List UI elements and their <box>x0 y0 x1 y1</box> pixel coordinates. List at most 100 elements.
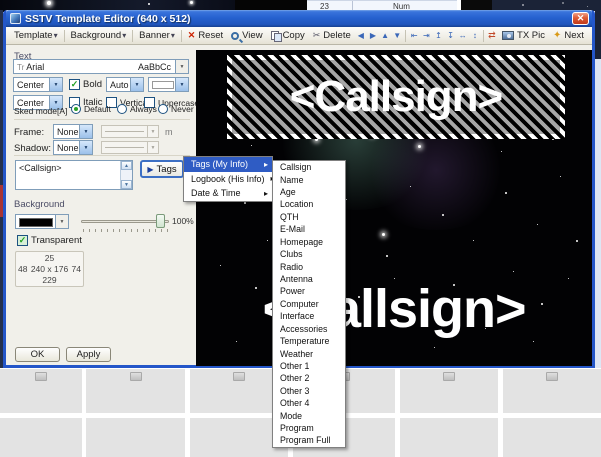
move-right-icon[interactable]: ▶ <box>367 31 379 40</box>
menu-item[interactable]: Tags (My Info) <box>184 157 272 172</box>
chevron-down-icon[interactable] <box>49 78 62 91</box>
radio-icon <box>158 104 168 114</box>
align-left-icon[interactable]: ⇤ <box>408 31 420 40</box>
submenu-item[interactable]: Antenna <box>273 273 345 285</box>
submenu-item[interactable]: Power <box>273 285 345 297</box>
halign-combo[interactable]: Center <box>13 77 63 92</box>
template-cell[interactable] <box>0 369 82 413</box>
radio-always[interactable]: Always <box>117 104 157 114</box>
text-color-combo[interactable] <box>148 77 189 92</box>
submenu-item[interactable]: QTH <box>273 211 345 223</box>
submenu-item[interactable]: Callsign <box>273 161 345 173</box>
swap-icon[interactable]: ⇄ <box>486 30 498 41</box>
main-callsign-text: <Callsign> <box>196 278 592 340</box>
frame-label: Frame: <box>14 127 44 138</box>
position-panel: 25 48 240 x 176 74 229 <box>15 251 84 287</box>
transparent-checkbox[interactable]: Transparent <box>17 235 82 246</box>
reset-button[interactable]: ✕Reset <box>184 28 227 43</box>
textbox-scrollbar[interactable]: ▲ ▼ <box>120 161 132 189</box>
slider-tick <box>101 229 102 232</box>
submenu-item[interactable]: Age <box>273 186 345 198</box>
submenu-item[interactable]: Other 3 <box>273 385 345 397</box>
template-cell[interactable] <box>503 418 601 457</box>
divider <box>14 119 190 120</box>
frame-combo[interactable]: None <box>53 124 93 139</box>
chevron-down-icon[interactable] <box>79 125 92 138</box>
chevron-down-icon[interactable] <box>175 78 188 91</box>
submenu-item[interactable]: Computer <box>273 298 345 310</box>
move-up-icon[interactable]: ▲ <box>379 31 391 40</box>
scroll-down-icon[interactable]: ▼ <box>121 180 132 189</box>
submenu-item[interactable]: Other 1 <box>273 360 345 372</box>
view-button[interactable]: View <box>227 28 266 43</box>
submenu-item[interactable]: Accessories <box>273 322 345 334</box>
template-preview[interactable]: <Callsign> <Callsign> <box>196 50 592 366</box>
magnifier-icon <box>231 32 239 40</box>
star-dot <box>513 271 514 272</box>
template-cell[interactable] <box>0 418 82 457</box>
shadow-combo[interactable]: None <box>53 140 93 155</box>
submenu-item[interactable]: Location <box>273 198 345 210</box>
scroll-up-icon[interactable]: ▲ <box>121 161 132 170</box>
submenu-item[interactable]: Interface <box>273 310 345 322</box>
chevron-down-icon[interactable] <box>130 78 143 91</box>
bold-checkbox[interactable]: Bold <box>69 79 102 90</box>
template-cell[interactable] <box>86 369 185 413</box>
close-button[interactable]: ✕ <box>572 12 589 25</box>
submenu-item[interactable]: Program <box>273 422 345 434</box>
size-combo[interactable]: Auto <box>106 77 144 92</box>
tags-menu: Tags (My Info)Logbook (His Info)Date & T… <box>183 156 273 202</box>
title-bar[interactable]: SSTV Template Editor (640 x 512) ✕ <box>6 10 592 27</box>
template-text-input[interactable]: <Callsign> ▲ ▼ <box>15 160 133 190</box>
opacity-slider-thumb[interactable] <box>156 214 165 228</box>
submenu-item[interactable]: Temperature <box>273 335 345 347</box>
template-menu-button[interactable]: Template <box>10 28 62 43</box>
radio-default[interactable]: Default <box>71 104 111 114</box>
move-left-icon[interactable]: ◀ <box>355 31 367 40</box>
banner-selection-box[interactable]: <Callsign> <box>227 55 565 139</box>
submenu-item[interactable]: Homepage <box>273 236 345 248</box>
submenu-item[interactable]: Other 2 <box>273 372 345 384</box>
move-down-icon[interactable]: ▼ <box>391 31 403 40</box>
submenu-item[interactable]: Name <box>273 173 345 185</box>
submenu-item[interactable]: E-Mail <box>273 223 345 235</box>
template-cell[interactable] <box>86 418 185 457</box>
font-combo[interactable]: Tr Arial AaBbCc <box>13 59 189 74</box>
center-horizontal-icon[interactable]: ↔ <box>457 31 469 40</box>
template-cell[interactable] <box>503 369 601 413</box>
template-cell[interactable] <box>400 418 498 457</box>
copy-button[interactable]: Copy <box>267 28 309 43</box>
shadow-size-slider-disabled <box>101 141 159 154</box>
check-icon <box>17 235 28 246</box>
next-button[interactable]: ✦Next <box>549 28 588 43</box>
submenu-item[interactable]: Clubs <box>273 248 345 260</box>
align-bottom-icon[interactable]: ↧ <box>445 31 457 40</box>
align-right-icon[interactable]: ⇥ <box>420 31 432 40</box>
chevron-down-icon[interactable] <box>79 141 92 154</box>
radio-never[interactable]: Never <box>158 104 194 114</box>
reset-x-icon: ✕ <box>188 30 196 41</box>
chevron-down-icon[interactable] <box>175 60 188 73</box>
submenu-item[interactable]: Program Full <box>273 434 345 446</box>
background-color-combo[interactable] <box>15 214 69 229</box>
menu-item[interactable]: Date & Time <box>184 186 272 201</box>
submenu-item[interactable]: Radio <box>273 260 345 272</box>
submenu-item[interactable]: Weather <box>273 347 345 359</box>
tags-button[interactable]: ▶ Tags <box>140 160 184 178</box>
banner-menu-button[interactable]: Banner <box>135 28 179 43</box>
submenu-item[interactable]: Other 4 <box>273 397 345 409</box>
template-cell[interactable] <box>400 369 498 413</box>
chevron-down-icon[interactable] <box>55 215 68 228</box>
delete-button[interactable]: ✂Delete <box>309 28 355 43</box>
background-menu-button[interactable]: Background <box>67 28 131 43</box>
center-vertical-icon[interactable]: ↕ <box>469 31 481 40</box>
shadow-label: Shadow: <box>14 143 51 154</box>
submenu-item[interactable]: Mode <box>273 409 345 421</box>
apply-button[interactable]: Apply <box>66 347 111 362</box>
image-placeholder-icon <box>443 372 455 381</box>
ok-button[interactable]: OK <box>15 347 60 362</box>
tx-pic-button[interactable]: TX Pic <box>498 28 549 43</box>
align-top-icon[interactable]: ↥ <box>432 31 444 40</box>
menu-item[interactable]: Logbook (His Info) <box>184 172 272 187</box>
position-right: 74 <box>72 264 81 274</box>
